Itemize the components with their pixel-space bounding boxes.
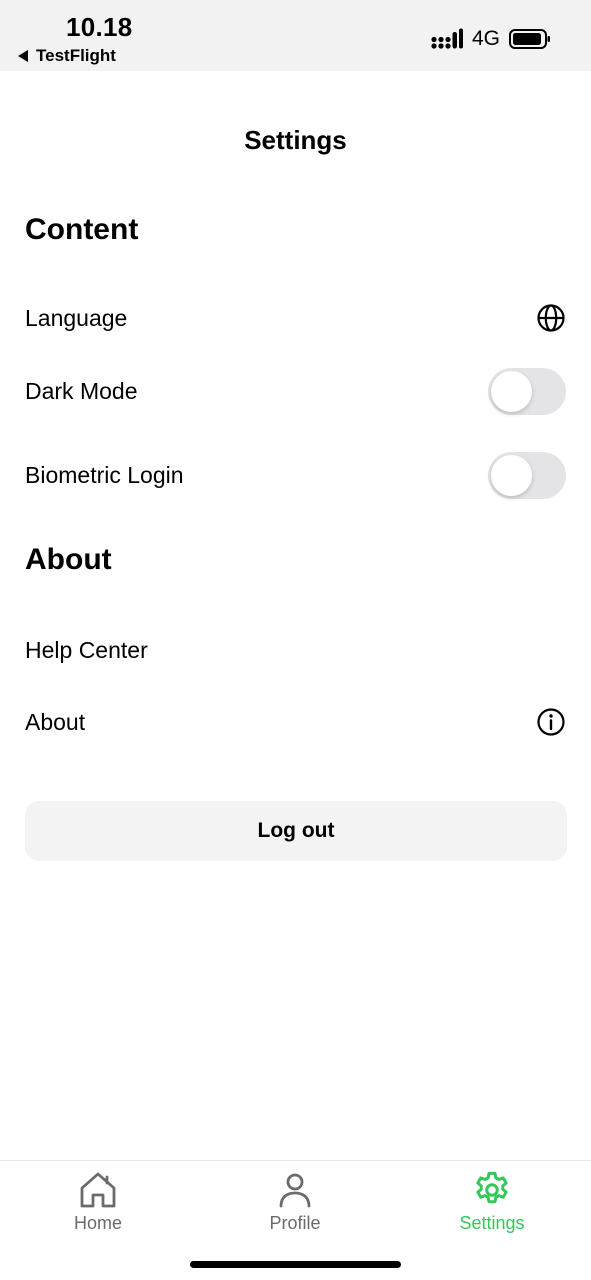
help-center-label: Help Center — [25, 636, 148, 663]
tab-home[interactable]: Home — [38, 1169, 158, 1234]
page-title: Settings — [244, 125, 347, 155]
tab-profile-label: Profile — [269, 1213, 321, 1233]
globe-icon — [537, 304, 565, 332]
settings-row-biometric-login: Biometric Login — [0, 445, 591, 505]
tab-profile[interactable]: Profile — [235, 1169, 355, 1234]
back-app-label: TestFlight — [36, 46, 116, 65]
home-indicator — [190, 1261, 401, 1268]
settings-row-help-center[interactable]: Help Center — [0, 620, 591, 680]
back-to-app-link[interactable]: TestFlight — [18, 46, 116, 66]
user-icon — [279, 1173, 311, 1208]
section-title-content: Content — [25, 213, 139, 246]
tab-settings[interactable]: Settings — [432, 1169, 552, 1234]
about-label: About — [25, 708, 86, 735]
logout-button[interactable]: Log out — [25, 801, 567, 861]
status-bar: 10.18 TestFlight 4G — [0, 0, 591, 71]
tab-settings-label: Settings — [459, 1213, 525, 1233]
signal-bars-icon — [431, 28, 463, 49]
back-arrow-icon — [18, 50, 28, 62]
status-time: 10.18 — [66, 12, 133, 42]
toggle-knob — [491, 370, 532, 412]
biometric-login-label: Biometric Login — [25, 461, 184, 488]
tab-home-label: Home — [73, 1213, 122, 1233]
status-indicators: 4G — [431, 27, 551, 51]
settings-row-language[interactable]: Language — [0, 288, 591, 348]
network-type: 4G — [471, 27, 500, 50]
settings-row-dark-mode: Dark Mode — [0, 361, 591, 421]
biometric-login-toggle[interactable] — [488, 451, 566, 499]
gear-icon — [476, 1171, 508, 1204]
language-label: Language — [25, 304, 128, 331]
dark-mode-label: Dark Mode — [25, 377, 138, 404]
section-title-about: About — [25, 543, 112, 576]
home-icon — [80, 1172, 116, 1208]
battery-icon — [509, 29, 550, 49]
dark-mode-toggle[interactable] — [488, 367, 566, 415]
info-icon — [537, 708, 565, 736]
settings-row-about[interactable]: About — [0, 692, 591, 752]
toggle-knob — [491, 454, 532, 496]
